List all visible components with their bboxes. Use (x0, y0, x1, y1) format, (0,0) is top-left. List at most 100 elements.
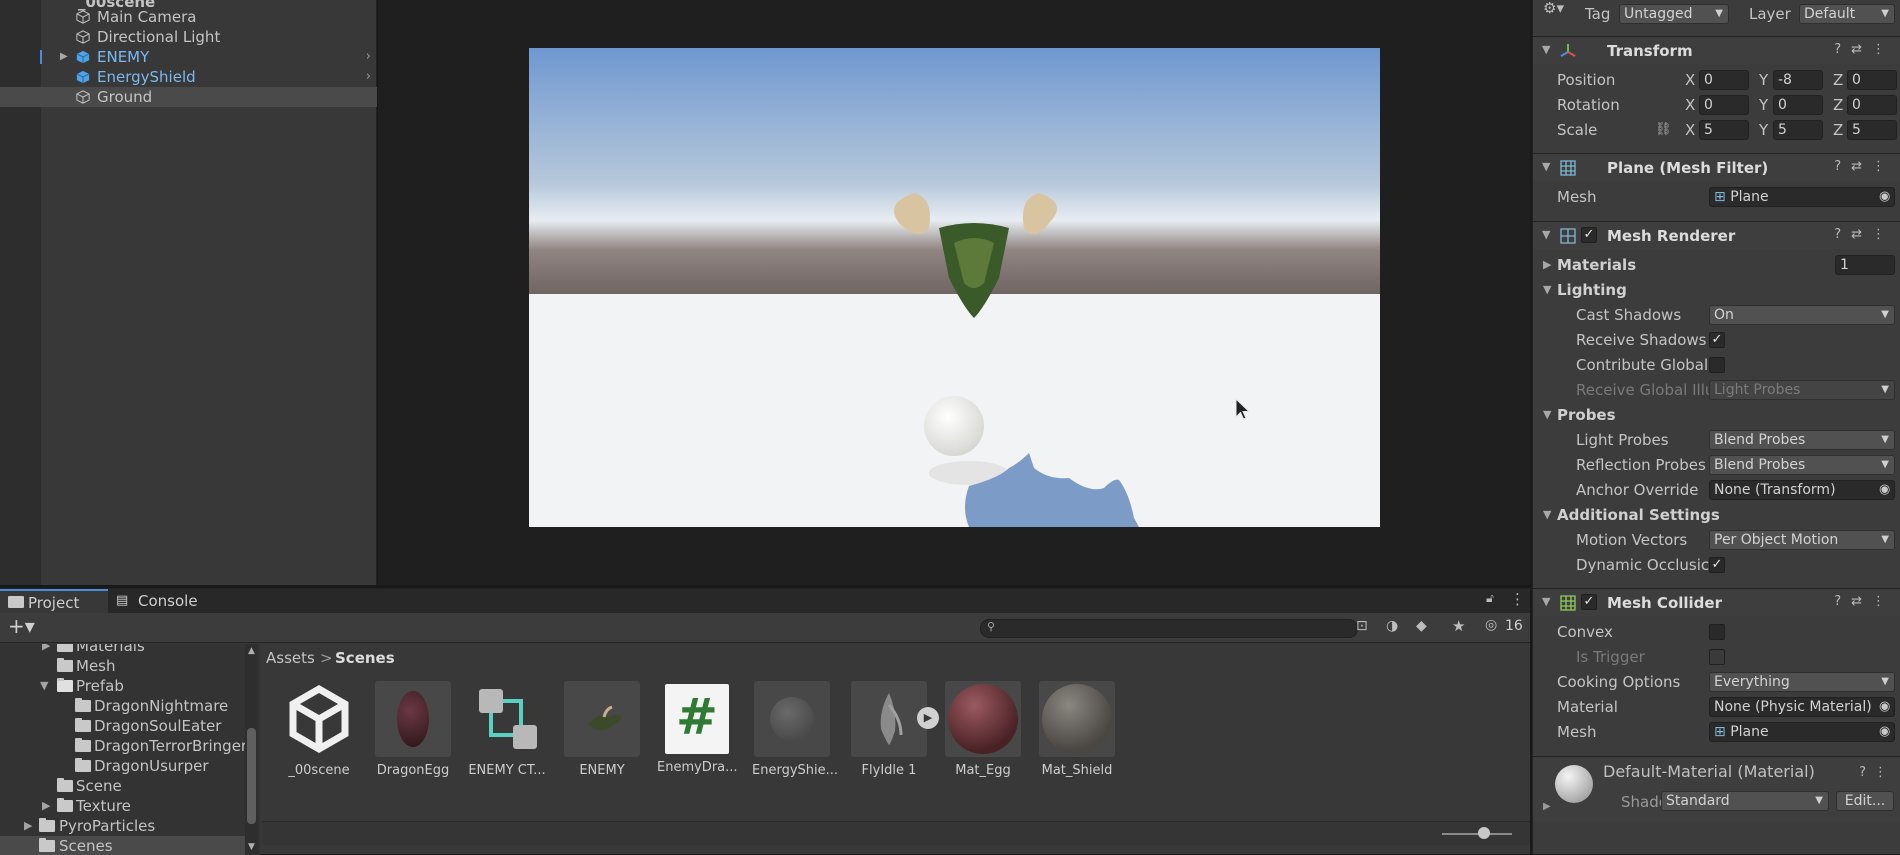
breadcrumb-scenes[interactable]: Scenes (335, 644, 395, 672)
create-plus-button[interactable]: +▾ (8, 614, 35, 638)
icon-size-slider-handle[interactable] (1478, 827, 1490, 839)
cooking-options-dropdown[interactable]: Everything ▼ (1709, 672, 1895, 692)
tree-item-scene[interactable]: Scene (0, 776, 245, 796)
tree-item-materials[interactable]: ▶ Materials (0, 644, 245, 656)
tag-dropdown[interactable]: Untagged ▼ (1619, 4, 1729, 24)
edit-shader-button[interactable]: Edit... (1836, 791, 1894, 811)
asset-item[interactable]: ENEMY CT... (467, 681, 547, 778)
mesh-collider-header[interactable]: ▼ ✓ Mesh Collider ?⇄⋮ (1533, 588, 1900, 616)
component-header-icons[interactable]: ?⇄⋮ (1834, 227, 1895, 242)
asset-item[interactable]: EnergyShie... (752, 681, 838, 778)
mesh-object-field[interactable]: ⊞ Plane (1709, 187, 1895, 207)
collapse-arrow-icon[interactable]: ▼ (1543, 403, 1551, 427)
probes-section[interactable]: ▼ Probes (1533, 403, 1900, 427)
contribute-global-checkbox[interactable] (1709, 357, 1725, 373)
enable-checkbox[interactable]: ✓ (1581, 227, 1597, 243)
cast-shadows-dropdown[interactable]: On ▼ (1709, 305, 1895, 325)
scale-x-field[interactable]: 5 (1699, 120, 1749, 140)
tree-item-texture[interactable]: ▶ Texture (0, 796, 245, 816)
collapse-arrow-icon[interactable]: ▼ (1542, 160, 1550, 173)
more-options-icon[interactable]: ⋮ (1510, 590, 1525, 608)
tree-scrollbar[interactable]: ▲ ▼ (245, 644, 258, 855)
scroll-up-icon[interactable]: ▲ (248, 646, 255, 656)
anchor-override-field[interactable]: None (Transform) (1709, 480, 1895, 500)
rotation-y-field[interactable]: 0 (1773, 95, 1823, 115)
search-input[interactable]: ⚲ (980, 619, 1358, 638)
reflection-probes-dropdown[interactable]: Blend Probes ▼ (1709, 455, 1895, 475)
collapse-arrow-icon[interactable]: ▼ (1542, 228, 1550, 241)
lock-icon[interactable]: 🔓︎ (1486, 591, 1494, 606)
object-picker-icon[interactable]: ◉ (1879, 478, 1890, 502)
object-picker-icon[interactable]: ◉ (1879, 695, 1890, 719)
scroll-down-icon[interactable]: ▼ (248, 842, 255, 852)
asset-item[interactable]: Mat_Shield (1037, 681, 1117, 778)
asset-item[interactable]: ▶ FlyIdle 1 (849, 681, 939, 778)
collider-mesh-field[interactable]: ⊞ Plane (1709, 722, 1895, 742)
hierarchy-item-enemy[interactable]: ▶ ENEMY › (0, 47, 377, 67)
tree-item-dragonsouleater[interactable]: DragonSoulEater (0, 716, 245, 736)
tab-project[interactable]: Project (0, 589, 108, 613)
expand-arrow-icon[interactable]: ▶ (1543, 253, 1551, 277)
search-scene-icon[interactable]: ⊡ (1356, 618, 1368, 634)
component-header-icons[interactable]: ?⇄⋮ (1834, 42, 1895, 57)
tree-item-pyroparticles[interactable]: ▶ PyroParticles (0, 816, 245, 836)
icon-size-slider-track[interactable] (1442, 833, 1512, 835)
position-z-field[interactable]: 0 (1847, 70, 1897, 90)
dynamic-occlusion-checkbox[interactable]: ✓ (1709, 557, 1725, 573)
rotation-x-field[interactable]: 0 (1699, 95, 1749, 115)
chevron-right-icon[interactable]: › (366, 67, 371, 87)
scrollbar-thumb[interactable] (247, 728, 256, 824)
asset-item[interactable]: ENEMY (562, 681, 642, 778)
expand-arrow-icon[interactable]: ▶ (42, 796, 50, 816)
tree-item-prefab[interactable]: ▼ Prefab (0, 676, 245, 696)
transform-header[interactable]: ▼ Transform ?⇄⋮ (1533, 36, 1900, 64)
component-header-icons[interactable]: ?⇄⋮ (1834, 159, 1895, 174)
static-gear-icon[interactable]: ⚙▾ (1543, 0, 1564, 20)
layer-dropdown[interactable]: Default ▼ (1799, 4, 1895, 24)
additional-settings-section[interactable]: ▼ Additional Settings (1533, 503, 1900, 527)
collapse-arrow-icon[interactable]: ▼ (1542, 43, 1550, 56)
light-probes-dropdown[interactable]: Blend Probes ▼ (1709, 430, 1895, 450)
collapse-arrow-icon[interactable]: ▼ (1542, 595, 1550, 608)
object-picker-icon[interactable]: ◉ (1879, 720, 1890, 744)
tree-item-mesh[interactable]: Mesh (0, 656, 245, 676)
position-x-field[interactable]: 0 (1699, 70, 1749, 90)
materials-count-field[interactable]: 1 (1835, 255, 1895, 275)
collapse-arrow-icon[interactable]: ▼ (1543, 278, 1551, 302)
rotation-z-field[interactable]: 0 (1847, 95, 1897, 115)
hierarchy-item-main-camera[interactable]: Main Camera (0, 7, 377, 27)
collapse-arrow-icon[interactable]: ▼ (1543, 503, 1551, 527)
filter-by-label-icon[interactable]: ◆ (1416, 618, 1427, 634)
expand-arrow-icon[interactable]: ▶ (24, 816, 32, 836)
scale-z-field[interactable]: 5 (1847, 120, 1897, 140)
hidden-packages-icon[interactable]: ◎ (1485, 617, 1497, 633)
asset-item[interactable]: Mat_Egg (943, 681, 1023, 778)
position-y-field[interactable]: -8 (1773, 70, 1823, 90)
breadcrumb-assets[interactable]: Assets (266, 644, 315, 672)
tree-item-dragonterrorbringer[interactable]: DragonTerrorBringer (0, 736, 247, 756)
asset-item[interactable]: # EnemyDra... (657, 681, 738, 775)
favorite-star-icon[interactable]: ★ (1452, 617, 1465, 635)
tab-console[interactable]: ▤ Console (110, 589, 210, 613)
hierarchy-item-energyshield[interactable]: EnergyShield › (0, 67, 377, 87)
shader-dropdown[interactable]: Standard ▼ (1661, 791, 1829, 811)
chevron-right-icon[interactable]: › (366, 47, 371, 67)
hierarchy-item-directional-light[interactable]: Directional Light (0, 27, 377, 47)
convex-checkbox[interactable] (1709, 624, 1725, 640)
mesh-filter-header[interactable]: ▼ Plane (Mesh Filter) ?⇄⋮ (1533, 153, 1900, 181)
expand-arrow-icon[interactable]: ▶ (42, 644, 50, 656)
tree-item-scenes[interactable]: Scenes (0, 836, 245, 855)
enable-checkbox[interactable]: ✓ (1581, 594, 1597, 610)
receive-shadows-checkbox[interactable]: ✓ (1709, 332, 1725, 348)
lighting-section[interactable]: ▼ Lighting (1533, 278, 1900, 302)
motion-vectors-dropdown[interactable]: Per Object Motion ▼ (1709, 530, 1895, 550)
expand-arrow-icon[interactable]: ▶ (1543, 801, 1551, 812)
tree-item-dragonnightmare[interactable]: DragonNightmare (0, 696, 245, 716)
asset-item[interactable]: _00scene (279, 681, 359, 778)
material-header-icons[interactable]: ?⋮ (1859, 765, 1895, 780)
filter-by-type-icon[interactable]: ◑ (1386, 618, 1398, 634)
materials-row[interactable]: ▶ Materials 1 (1533, 253, 1900, 277)
play-preview-icon[interactable]: ▶ (917, 707, 939, 729)
tree-item-dragonusurper[interactable]: DragonUsurper (0, 756, 245, 776)
asset-item[interactable]: DragonEgg (373, 681, 453, 778)
